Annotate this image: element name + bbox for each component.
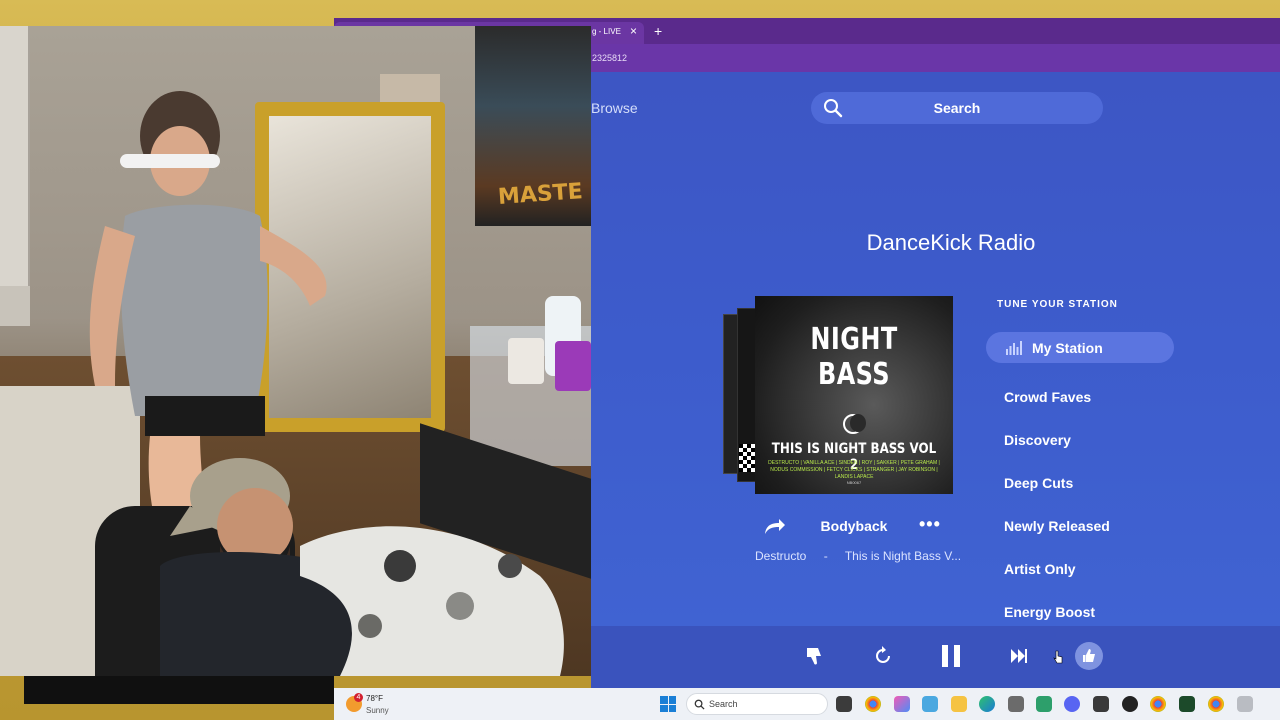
tune-station-label: TUNE YOUR STATION (997, 299, 1118, 310)
taskbar-search-placeholder: Search (709, 699, 738, 709)
album-art-credits: DESTRUCTO | VANILLA ACE | SINDEN | ROY |… (768, 460, 940, 480)
url-text: 2325812 (592, 53, 628, 63)
station-mode-newly-released[interactable]: Newly Released (986, 504, 1174, 547)
weather-description: Sunny (366, 706, 389, 715)
equalizer-icon (1006, 341, 1022, 355)
replay-icon[interactable] (869, 642, 897, 670)
app-icon[interactable] (1093, 696, 1109, 712)
album-art-stack[interactable]: M NIGHT BASS THIS IS NIGHT BASS VOL 2 DE… (721, 296, 961, 496)
search-input[interactable]: Search (811, 92, 1103, 124)
file-explorer-icon[interactable] (951, 696, 967, 712)
tab-close-button[interactable]: × (630, 24, 637, 38)
chrome-icon[interactable] (1150, 696, 1166, 712)
moon-icon (843, 414, 866, 434)
search-icon (694, 699, 705, 710)
taskbar-search-input[interactable]: Search (686, 693, 828, 715)
discord-icon[interactable] (1064, 696, 1080, 712)
weather-temperature: 78°F (366, 694, 383, 703)
copilot-icon[interactable] (894, 696, 910, 712)
webcam-person-seated (160, 458, 564, 676)
track-meta: Destructo - This is Night Bass V... (755, 549, 975, 563)
more-options-button[interactable]: ••• (919, 514, 941, 535)
webcam-door (0, 26, 30, 286)
webcam-tumbler (508, 338, 544, 384)
station-mode-crowd-faves[interactable]: Crowd Faves (986, 375, 1174, 418)
search-placeholder: Search (933, 100, 981, 116)
chrome-icon[interactable] (1208, 696, 1224, 712)
album-art-title: NIGHT BASS (810, 322, 898, 392)
app-icon[interactable] (922, 696, 938, 712)
track-album[interactable]: This is Night Bass V... (845, 549, 961, 563)
nav-browse-link[interactable]: Browse (591, 100, 638, 116)
app-icon[interactable] (1122, 696, 1138, 712)
share-icon[interactable] (762, 516, 786, 536)
thumbs-down-icon[interactable] (801, 642, 829, 670)
windows-taskbar: 4 78°F Sunny Search (334, 688, 1280, 720)
station-mode-label: My Station (1032, 339, 1103, 356)
thumbs-up-button[interactable] (1075, 642, 1103, 670)
weather-widget[interactable]: 4 78°F Sunny (346, 692, 406, 718)
track-artist[interactable]: Destructo (755, 549, 806, 563)
radio-app: Browse Search DanceKick Radio M NIGHT BA… (591, 72, 1280, 626)
app-icon[interactable] (1008, 696, 1024, 712)
thumbs-up-icon (1083, 649, 1095, 662)
track-title[interactable]: Bodyback (791, 518, 917, 534)
webcam-cup (555, 341, 591, 391)
station-mode-deep-cuts[interactable]: Deep Cuts (986, 461, 1174, 504)
webcam-bottom-strip (24, 676, 334, 704)
chrome-icon[interactable] (865, 696, 881, 712)
player-bar (591, 626, 1280, 688)
skip-icon[interactable] (1005, 642, 1033, 670)
pause-icon[interactable] (937, 642, 965, 670)
tab-title: g - LIVE (592, 27, 621, 36)
station-mode-artist-only[interactable]: Artist Only (986, 547, 1174, 590)
new-tab-button[interactable]: + (654, 23, 662, 39)
task-view-icon[interactable] (836, 696, 852, 712)
edge-icon[interactable] (979, 696, 995, 712)
album-art: NIGHT BASS THIS IS NIGHT BASS VOL 2 DEST… (755, 296, 953, 494)
windows-start-icon[interactable] (660, 696, 676, 712)
station-title: DanceKick Radio (866, 230, 1036, 255)
album-art-catalog: NB0067 (846, 480, 862, 485)
mouse-cursor-icon (1053, 650, 1063, 664)
app-icon[interactable] (1179, 696, 1195, 712)
station-mode-discovery[interactable]: Discovery (986, 418, 1174, 461)
app-icon[interactable] (1036, 696, 1052, 712)
notification-badge: 4 (354, 693, 363, 702)
track-separator: - (823, 549, 828, 563)
webcam-overlay: MASTE (0, 26, 591, 676)
app-icon[interactable] (1237, 696, 1253, 712)
station-mode-my-station[interactable]: My Station (986, 332, 1174, 363)
station-mode-list: My Station Crowd Faves Discovery Deep Cu… (986, 332, 1174, 633)
